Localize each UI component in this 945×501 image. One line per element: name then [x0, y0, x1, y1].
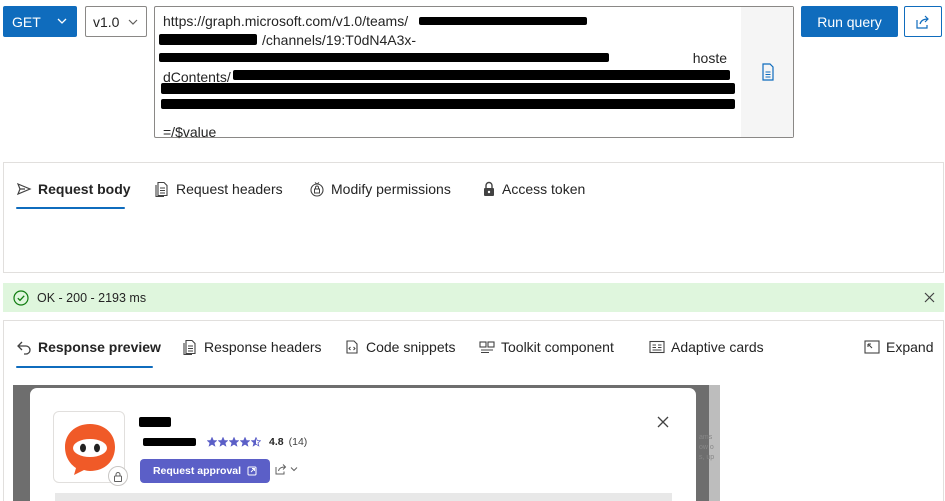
star-icon [229, 437, 239, 447]
redaction-bar [419, 17, 587, 25]
star-icon [207, 437, 217, 447]
tab-response-preview[interactable]: Response preview [16, 339, 161, 355]
chevron-down-icon [128, 19, 138, 25]
tab-label: Modify permissions [331, 181, 451, 197]
redaction-bar [161, 99, 735, 109]
redacted-app-name [139, 417, 171, 427]
query-url-input[interactable]: https://graph.microsoft.com/v1.0/teams/ … [154, 6, 794, 140]
tab-label: Response preview [38, 339, 161, 355]
api-version-value: v1.0 [93, 13, 120, 30]
tab-toolkit-component[interactable]: Toolkit component [479, 339, 614, 355]
document-headers-icon [183, 339, 196, 355]
shield-lock-icon [310, 182, 324, 197]
close-icon[interactable] [924, 292, 935, 303]
tab-label: Access token [502, 181, 586, 197]
active-tab-indicator [16, 366, 153, 368]
chevron-down-icon [57, 18, 67, 24]
background-text: ams [699, 434, 713, 441]
request-approval-button[interactable]: Request approval [140, 459, 270, 483]
tab-label: Code snippets [366, 339, 456, 355]
status-text: OK - 200 - 2193 ms [37, 290, 147, 305]
redaction-bar [233, 70, 730, 80]
rating-score: 4.8 [269, 436, 284, 448]
redaction-bar [159, 53, 609, 62]
rating-count: (14) [288, 436, 308, 448]
share-icon [275, 464, 287, 475]
card-footer-bar [55, 493, 672, 501]
background-page-edge [709, 385, 720, 501]
request-approval-label: Request approval [152, 465, 242, 477]
card-icon [649, 340, 665, 354]
lock-icon [484, 181, 494, 196]
star-icon [251, 437, 261, 447]
tab-code-snippets[interactable]: Code snippets [344, 339, 456, 355]
star-rating [207, 437, 261, 447]
redaction-bar [159, 34, 257, 45]
close-icon[interactable] [657, 416, 669, 428]
tab-response-headers[interactable]: Response headers [182, 339, 322, 355]
tab-label: Expand [886, 339, 934, 355]
star-icon [218, 437, 228, 447]
app-details-card [30, 388, 696, 501]
redaction-bar [161, 83, 735, 94]
run-query-button[interactable]: Run query [801, 6, 898, 37]
tab-label: Toolkit component [501, 339, 614, 355]
http-method-value: GET [12, 13, 41, 30]
tab-label: Adaptive cards [671, 339, 764, 355]
document-icon[interactable] [760, 63, 776, 81]
open-external-icon [247, 466, 257, 476]
toolkit-icon [479, 341, 495, 354]
http-method-select[interactable]: GET [3, 6, 77, 37]
share-menu-button[interactable] [275, 463, 298, 475]
tab-label: Request body [38, 181, 131, 197]
share-query-button[interactable] [904, 6, 942, 37]
tab-access-token[interactable]: Access token [482, 181, 585, 197]
tab-label: Request headers [176, 181, 283, 197]
checkmark-circle-icon [13, 289, 29, 306]
url-line: =/$value [163, 124, 217, 140]
api-version-select[interactable]: v1.0 [85, 6, 147, 37]
star-icon [240, 437, 250, 447]
document-headers-icon [155, 181, 168, 197]
tab-request-body[interactable]: Request body [16, 181, 131, 197]
request-panel [3, 162, 944, 273]
code-icon [346, 340, 358, 354]
undo-arrow-icon [17, 341, 31, 355]
lock-badge [108, 466, 128, 486]
active-tab-indicator [16, 207, 125, 209]
url-line-suffix: hoste [692, 50, 727, 66]
background-text: ow o [699, 444, 714, 451]
tab-request-headers[interactable]: Request headers [154, 181, 283, 197]
lock-icon [114, 471, 122, 482]
redacted-publisher [143, 438, 196, 446]
send-icon [16, 182, 32, 196]
expand-button[interactable]: Expand [864, 339, 933, 355]
tab-adaptive-cards[interactable]: Adaptive cards [649, 339, 764, 355]
share-icon [916, 15, 929, 29]
tab-modify-permissions[interactable]: Modify permissions [309, 181, 451, 197]
app-rating: 4.8 (14) [207, 436, 307, 448]
tab-label: Response headers [204, 339, 322, 355]
background-text: s, up [699, 454, 715, 461]
status-message-bar: OK - 200 - 2193 ms [3, 283, 944, 312]
expand-icon [864, 340, 880, 354]
chevron-down-icon [290, 467, 298, 472]
